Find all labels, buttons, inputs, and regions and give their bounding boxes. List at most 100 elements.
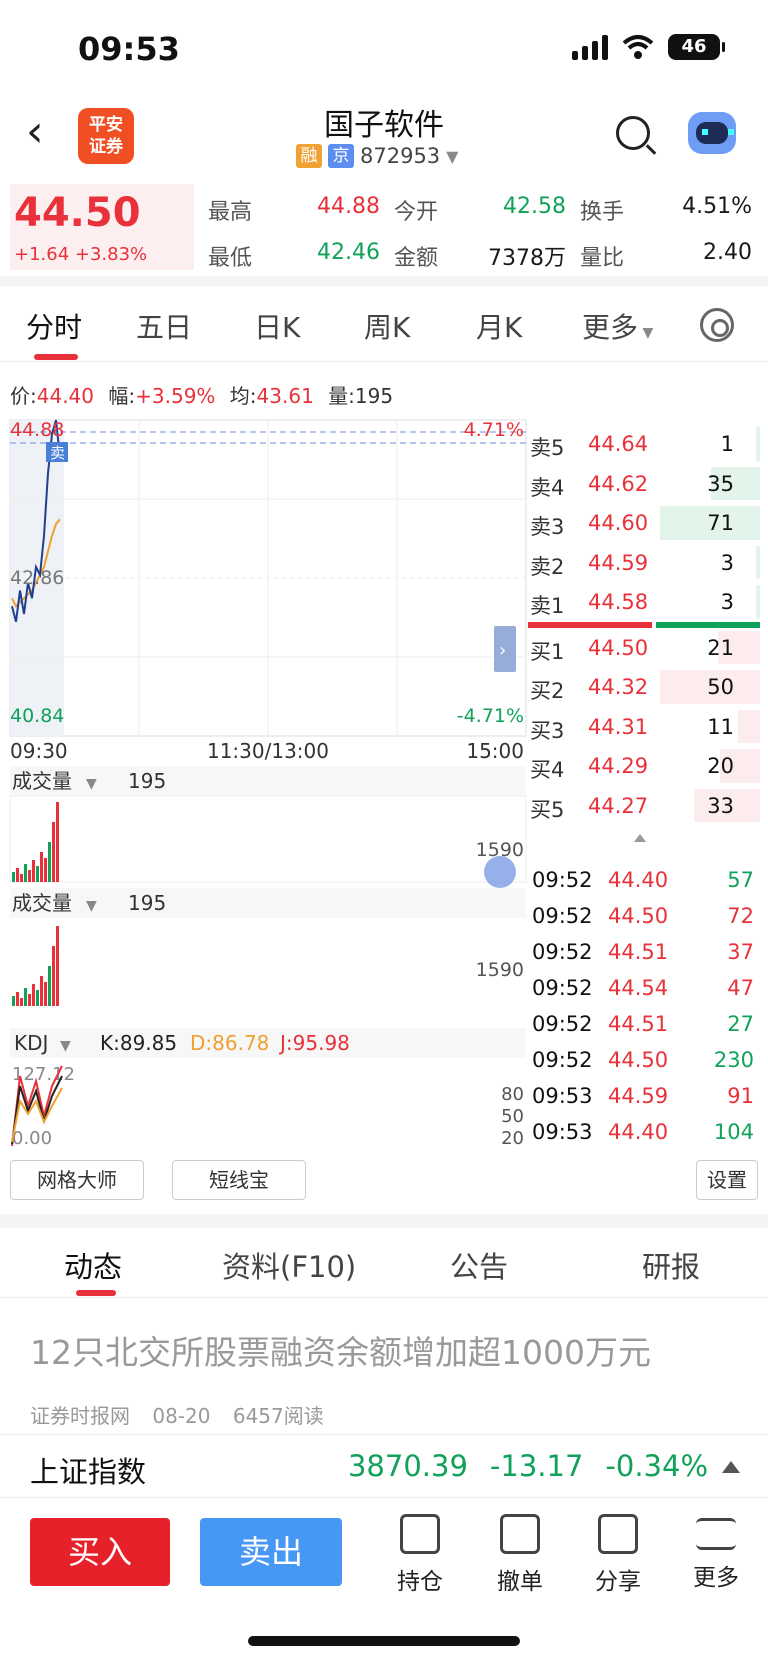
- grid-master-button[interactable]: 网格大师: [10, 1160, 144, 1200]
- trade-row: 09:53 44.40 104: [532, 1116, 760, 1152]
- kdj-level-80: 80: [501, 1084, 524, 1105]
- price-label: 价:: [10, 384, 37, 408]
- stock-code-selector[interactable]: 融 京 872953 ▼: [296, 144, 458, 168]
- volume-bar: [20, 998, 23, 1006]
- tab-more[interactable]: 更多 ▼: [582, 306, 653, 346]
- level-volume: 33: [707, 793, 734, 818]
- share-button[interactable]: 分享: [578, 1514, 658, 1596]
- order-book[interactable]: 卖5 44.64 1 卖4 44.62 35 卖3 44.60 71 卖2 44.59 3 卖1 44.5…: [528, 424, 760, 825]
- volume-bar: [16, 992, 19, 1006]
- dropdown-triangle-icon: ▼: [86, 776, 97, 792]
- news-headline[interactable]: 12只北交所股票融资余额增加超1000万元: [30, 1326, 651, 1374]
- volume-bar: [36, 866, 39, 882]
- trade-time: 09:52: [532, 940, 593, 964]
- tab-announcements[interactable]: 公告: [450, 1244, 508, 1286]
- kdj-k: K:89.85: [100, 1031, 177, 1055]
- expand-up-icon[interactable]: [722, 1461, 740, 1473]
- news-tabs: 动态 资料(F10) 公告 研报: [0, 1228, 768, 1298]
- kdj-bottom: 0.00: [12, 1128, 52, 1148]
- level-price: 44.32: [588, 675, 649, 699]
- level-label: 卖4: [530, 475, 565, 500]
- bid-row[interactable]: 买3 44.31 11: [528, 707, 760, 747]
- depth-bar: [756, 585, 760, 619]
- bid-row[interactable]: 买4 44.29 20: [528, 746, 760, 786]
- positions-label: 持仓: [397, 1569, 443, 1595]
- ask-row[interactable]: 卖4 44.62 35: [528, 464, 760, 504]
- index-ticker[interactable]: 上证指数 3870.39 -13.17 -0.34%: [0, 1434, 768, 1498]
- status-icons: 46: [572, 34, 725, 60]
- low-value: 42.46: [317, 240, 380, 265]
- gear-icon[interactable]: [700, 308, 734, 342]
- tab-intraday[interactable]: 分时: [26, 306, 82, 346]
- tab-five-day[interactable]: 五日: [136, 306, 192, 346]
- level-label: 卖2: [530, 554, 565, 579]
- volume-bar: [56, 926, 59, 1006]
- turnover-value: 4.51%: [682, 194, 752, 219]
- tab-weekly-k[interactable]: 周K: [364, 306, 410, 346]
- ai-assistant-icon[interactable]: [688, 112, 736, 154]
- news-date: 08-20: [152, 1404, 211, 1428]
- sell-button[interactable]: 卖出: [200, 1518, 342, 1586]
- ask-row[interactable]: 卖1 44.58 3: [528, 582, 760, 622]
- trade-volume: 37: [727, 940, 754, 964]
- more-label: 更多: [693, 1565, 739, 1591]
- ask-row[interactable]: 卖5 44.64 1: [528, 424, 760, 464]
- level-label: 卖1: [530, 594, 565, 618]
- bid-row[interactable]: 买5 44.27 33: [528, 786, 760, 826]
- volume-bars-2: [12, 926, 59, 1006]
- trade-price: 44.40: [608, 868, 669, 892]
- more-button[interactable]: 更多: [676, 1514, 756, 1592]
- tab-news[interactable]: 动态: [64, 1244, 122, 1286]
- bid-row[interactable]: 买2 44.32 50: [528, 667, 760, 707]
- buy-button[interactable]: 买入: [30, 1518, 170, 1586]
- index-value: 3870.39: [347, 1449, 468, 1483]
- trade-price: 44.40: [608, 1120, 669, 1144]
- level-volume: 3: [720, 550, 734, 575]
- high-label: 最高: [208, 200, 253, 225]
- tab-f10[interactable]: 资料(F10): [222, 1244, 356, 1286]
- volume-bar: [52, 822, 55, 882]
- trade-row: 09:52 44.50 230: [532, 1044, 760, 1080]
- volume-label-2: 成交量: [12, 891, 72, 915]
- active-tab-indicator: [34, 354, 78, 360]
- level-volume: 1: [720, 432, 734, 456]
- trade-time: 09:52: [532, 868, 593, 892]
- news-source: 证券时报网: [30, 1404, 130, 1428]
- level-price: 44.60: [588, 511, 649, 535]
- volume-frame: [9, 795, 527, 883]
- trade-price: 44.50: [608, 904, 669, 928]
- volume-bar: [40, 852, 43, 882]
- stock-name: 国子软件: [324, 108, 444, 143]
- tab-research[interactable]: 研报: [642, 1244, 700, 1286]
- volume-bar: [16, 868, 19, 882]
- bid-row[interactable]: 买1 44.50 21: [528, 628, 760, 668]
- tab-monthly-k[interactable]: 月K: [476, 306, 522, 346]
- tab-daily-k[interactable]: 日K: [254, 306, 300, 346]
- triangle-up-icon: [634, 834, 646, 842]
- search-icon[interactable]: [616, 116, 650, 150]
- margin-tag: 融: [296, 144, 322, 168]
- intraday-chart[interactable]: 卖 44.88 42.86 40.84 4.71% -4.71% › 09:30…: [0, 416, 528, 1148]
- depth-bar: [738, 709, 760, 743]
- high-value: 44.88: [317, 194, 380, 219]
- dropdown-triangle-icon: ▼: [446, 146, 459, 166]
- level-label: 买4: [530, 758, 565, 782]
- news-reads: 6457阅读: [232, 1404, 324, 1428]
- level-label: 买1: [530, 639, 565, 664]
- positions-button[interactable]: 持仓: [380, 1514, 460, 1596]
- trade-row: 09:52 44.40 57: [532, 864, 760, 900]
- x-label-end: 15:00: [466, 739, 524, 763]
- volume-bar: [44, 858, 47, 882]
- level-label: 买2: [530, 679, 565, 703]
- settings-button[interactable]: 设置: [696, 1160, 758, 1200]
- crosshair-info: 价:44.40 幅:+3.59% 均:43.61 量:195: [10, 380, 393, 409]
- ask-row[interactable]: 卖2 44.59 3: [528, 543, 760, 583]
- cancel-order-button[interactable]: 撤单: [480, 1514, 560, 1596]
- index-change: -13.17: [489, 1449, 584, 1483]
- share-label: 分享: [595, 1569, 641, 1595]
- short-line-button[interactable]: 短线宝: [172, 1160, 306, 1200]
- vol-label: 量:: [328, 384, 355, 408]
- ask-row[interactable]: 卖3 44.60 71: [528, 503, 760, 543]
- level-volume: 50: [707, 675, 734, 699]
- trade-time: 09:53: [532, 1120, 593, 1144]
